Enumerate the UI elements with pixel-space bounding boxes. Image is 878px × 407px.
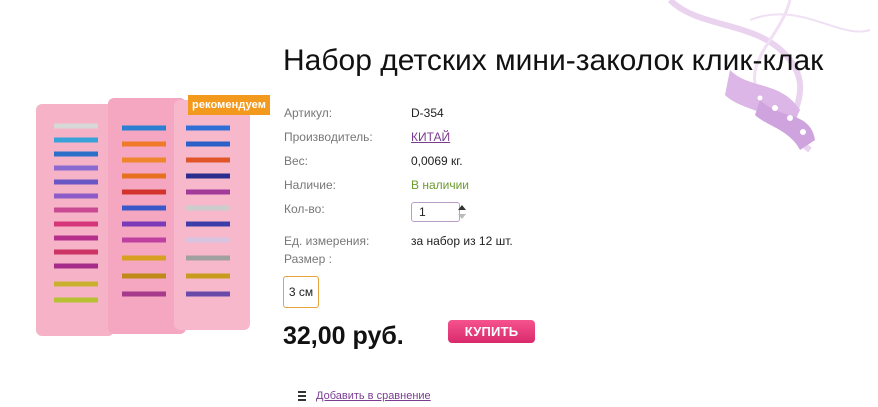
weight-label: Вес: [284, 154, 309, 168]
product-title: Набор детских мини-заколок клик-клак [283, 44, 824, 77]
compare-list-icon[interactable] [298, 391, 306, 401]
unit-value: за набор из 12 шт. [411, 234, 513, 248]
article-label: Артикул: [284, 106, 333, 120]
maker-link[interactable]: КИТАЙ [411, 130, 450, 144]
size-label: Размер : [284, 252, 332, 266]
weight-value: 0,0069 кг. [411, 154, 463, 168]
unit-label: Ед. измерения: [284, 234, 370, 248]
product-photo[interactable] [14, 88, 276, 350]
quantity-label: Кол-во: [284, 202, 325, 216]
stock-label: Наличие: [284, 178, 337, 192]
article-value: D-354 [411, 106, 444, 120]
ribbon-decoration-icon [667, 0, 871, 153]
recommended-badge: рекомендуем [188, 95, 270, 115]
stock-status: В наличии [411, 178, 470, 192]
buy-button[interactable]: КУПИТЬ [448, 320, 535, 343]
spinner-arrows-icon[interactable] [458, 203, 466, 221]
maker-label: Производитель: [284, 130, 373, 144]
quantity-input[interactable]: 1 [411, 202, 460, 222]
product-price: 32,00 руб. [283, 322, 404, 350]
add-to-compare-link[interactable]: Добавить в сравнение [316, 390, 431, 402]
size-option-3cm[interactable]: 3 см [283, 276, 319, 308]
